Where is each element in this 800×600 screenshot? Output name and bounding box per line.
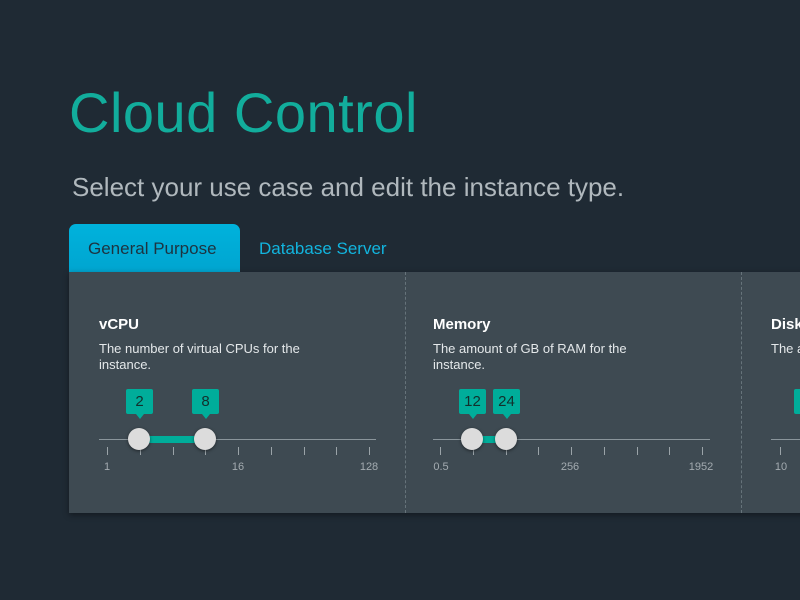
memory-section: Memory The amount of GB of RAM for the i… xyxy=(403,272,739,513)
tick-mark xyxy=(603,447,605,455)
tick-mark xyxy=(538,447,540,455)
page-subtitle: Select your use case and edit the instan… xyxy=(72,172,625,202)
high-handle[interactable] xyxy=(495,428,517,450)
tick-mark xyxy=(702,447,703,455)
low-value-tooltip xyxy=(794,389,800,414)
tick-label: 256 xyxy=(560,461,580,473)
disk-section: Disk The a 10 xyxy=(741,272,800,513)
tick-mark xyxy=(107,447,108,455)
page-title: Cloud Control xyxy=(69,81,418,144)
section-description: The amount of GB of RAM for the instance… xyxy=(433,341,627,372)
tick-mark xyxy=(669,447,671,455)
vcpu-section: vCPU The number of virtual CPUs for the … xyxy=(69,272,405,513)
slider-track[interactable] xyxy=(771,439,800,440)
tick-label: 128 xyxy=(359,461,379,473)
high-value-tooltip: 24 xyxy=(493,389,520,419)
tick-label: 1952 xyxy=(688,461,714,473)
tick-mark xyxy=(270,447,272,455)
section-title: Disk xyxy=(771,316,800,333)
high-value-tooltip: 8 xyxy=(192,389,219,419)
tick-mark xyxy=(636,447,638,455)
low-handle[interactable] xyxy=(128,428,150,450)
low-handle[interactable] xyxy=(461,428,483,450)
tick-mark xyxy=(440,447,441,455)
high-handle[interactable] xyxy=(194,428,216,450)
tick-mark xyxy=(303,447,305,455)
tick-label: 10 xyxy=(774,461,788,473)
tick-mark xyxy=(172,447,174,455)
section-title: vCPU xyxy=(99,316,140,333)
tick-mark xyxy=(780,447,781,455)
section-title: Memory xyxy=(433,316,491,333)
tick-mark xyxy=(336,447,338,455)
section-description: The number of virtual CPUs for the insta… xyxy=(99,341,300,372)
instance-config-panel: vCPU The number of virtual CPUs for the … xyxy=(69,272,800,513)
tab-general-purpose[interactable]: General Purpose xyxy=(69,224,240,272)
tick-label: 0.5 xyxy=(433,461,449,473)
tick-label: 1 xyxy=(103,461,111,473)
section-description: The a xyxy=(771,341,800,356)
tick-mark xyxy=(571,447,572,455)
tick-mark xyxy=(369,447,370,455)
tick-label: 16 xyxy=(231,461,245,473)
tick-mark xyxy=(238,447,239,455)
low-value-tooltip: 12 xyxy=(459,389,486,419)
low-value-tooltip: 2 xyxy=(126,389,153,419)
tab-database-server[interactable]: Database Server xyxy=(240,224,406,272)
